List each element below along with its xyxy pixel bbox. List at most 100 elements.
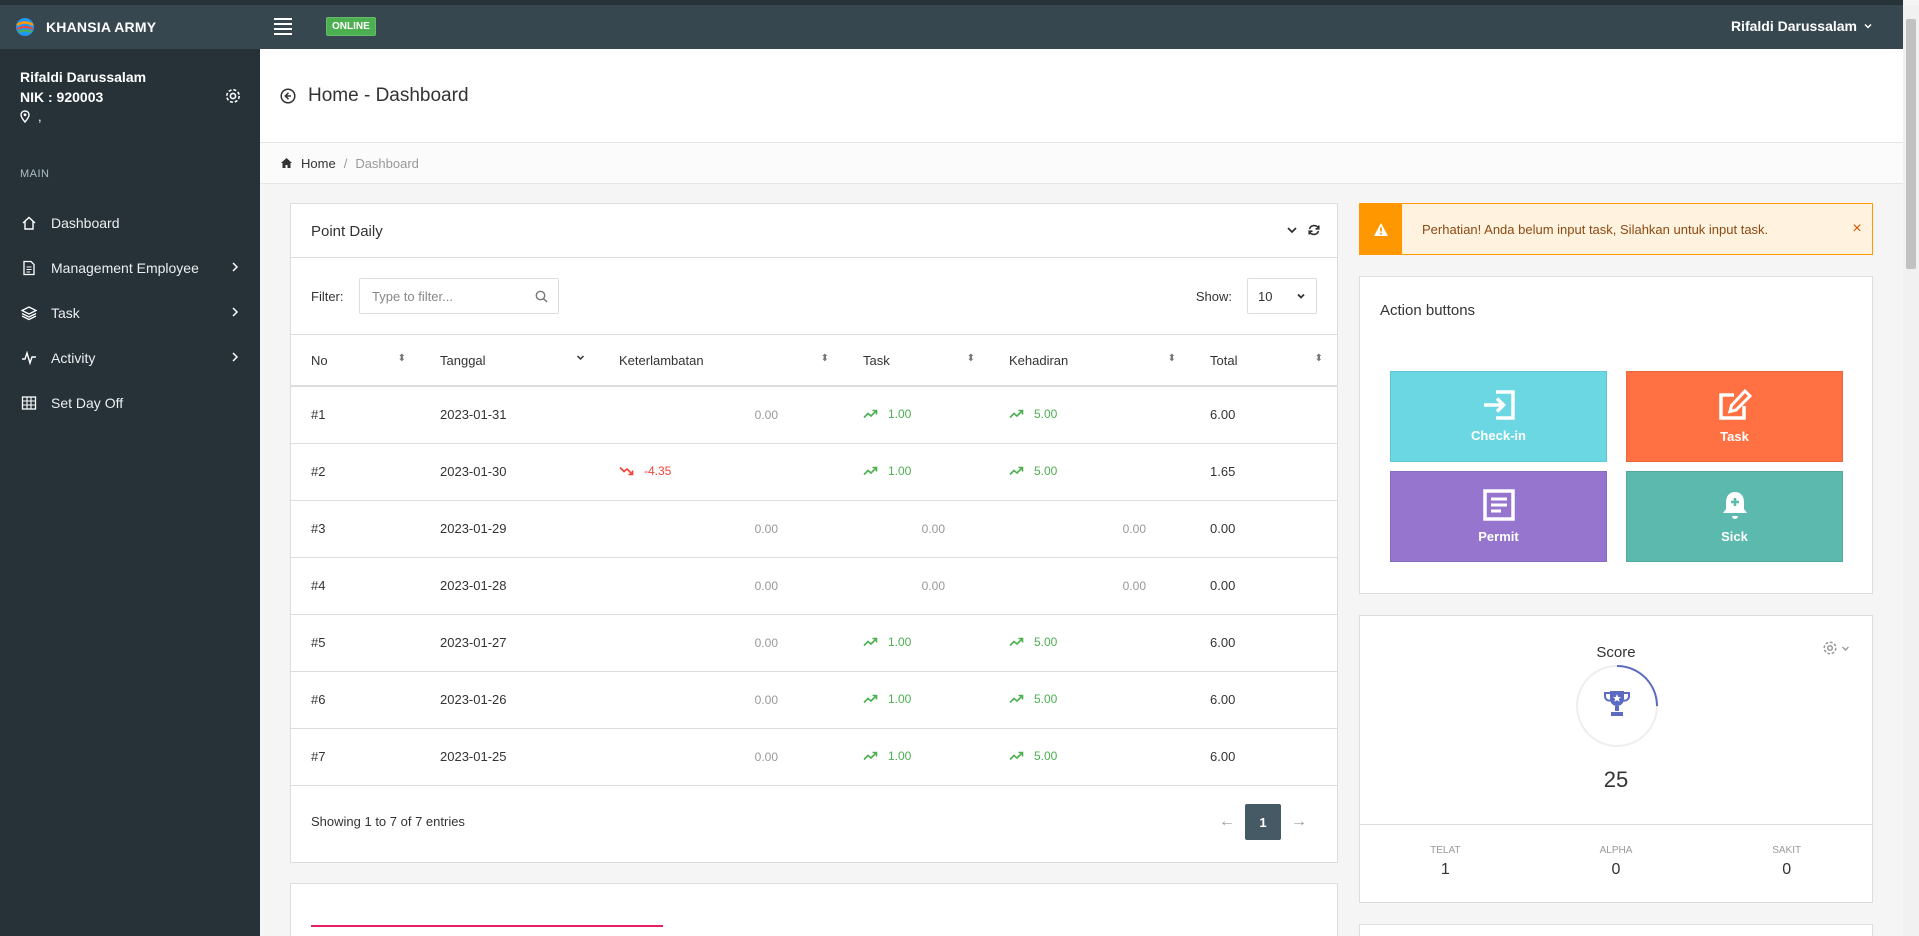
point-daily-table-body: #1 2023-01-31 0.00 1.00 5.00 6.00 #2 2023-01-30… [291, 386, 1337, 786]
score-progress-ring [1576, 665, 1658, 747]
back-circle-icon[interactable] [280, 88, 296, 104]
user-menu[interactable]: Rifaldi Darussalam [1731, 18, 1873, 34]
column-header-kehadiran[interactable]: Kehadiran ⬍ [989, 335, 1190, 387]
settings-gear-icon[interactable] [224, 87, 242, 105]
column-header-task[interactable]: Task ⬍ [843, 335, 989, 387]
table-cell-late: 0.00 [599, 728, 843, 786]
trend-down-icon [619, 466, 634, 476]
task-label: Task [1720, 429, 1749, 444]
chevron-right-icon [232, 352, 239, 362]
pagination-next[interactable]: → [1281, 804, 1317, 840]
column-header-tanggal[interactable]: Tanggal [420, 335, 599, 387]
breadcrumb-home[interactable]: Home [280, 156, 336, 171]
table-cell-tanggal: 2023-01-25 [420, 728, 599, 786]
home-icon [281, 158, 292, 168]
column-header-total[interactable]: Total ⬍ [1190, 335, 1337, 387]
breadcrumb-current: Dashboard [355, 155, 419, 171]
sidebar-item-set-day-off[interactable]: Set Day Off [0, 380, 260, 425]
table-cell-total: 6.00 [1190, 614, 1337, 672]
table-cell-total: 0.00 [1190, 500, 1337, 558]
table-cell-hadir: 0.00 [989, 500, 1190, 558]
sort-both-icon: ⬍ [820, 353, 829, 364]
table-row: #2 2023-01-30 -4.35 1.00 5.00 1.65 [291, 443, 1337, 501]
alert-close-button[interactable]: × [1842, 220, 1872, 238]
brand-logo-icon [16, 18, 34, 36]
table-row: #1 2023-01-31 0.00 1.00 5.00 6.00 [291, 386, 1337, 444]
table-cell-task: 0.00 [843, 500, 989, 558]
action-buttons-panel: Action buttons Check-in Task Permit Sick [1359, 276, 1873, 594]
point-daily-heading: Point Daily [291, 204, 1337, 258]
table-cell-late: -4.35 [599, 443, 843, 501]
pagination-prev[interactable]: ← [1209, 804, 1245, 840]
profile-location-text: , [38, 109, 42, 124]
nav-section-main: MAIN [20, 168, 50, 180]
sick-button[interactable]: Sick [1626, 471, 1843, 562]
pagination: ← 1 → [1209, 804, 1317, 840]
table-cell-hadir: 5.00 [989, 728, 1190, 786]
table-cell-no: #7 [291, 728, 420, 786]
table-cell-tanggal: 2023-01-27 [420, 614, 599, 672]
permit-button[interactable]: Permit [1390, 471, 1607, 562]
brand-name: KHANSIA ARMY [46, 19, 157, 35]
table-row: #7 2023-01-25 0.00 1.00 5.00 6.00 [291, 728, 1337, 786]
stat-value: 0 [1611, 861, 1621, 878]
trend-up-icon [1009, 637, 1024, 647]
point-daily-table: No ⬍ Tanggal Keterlambatan ⬍ Task ⬍ Kehadir… [291, 335, 1337, 786]
table-cell-no: #1 [291, 386, 420, 444]
table-row: #5 2023-01-27 0.00 1.00 5.00 6.00 [291, 614, 1337, 672]
sidebar-item-activity[interactable]: Activity [0, 335, 260, 380]
sidebar-item-label: Activity [51, 349, 96, 366]
trend-up-icon [863, 637, 878, 647]
sidebar-item-label: Set Day Off [51, 394, 124, 411]
sort-both-icon: ⬍ [397, 353, 406, 364]
bottom-right-panel [1359, 924, 1873, 936]
collapse-chevron-icon[interactable] [1285, 223, 1299, 237]
pagination-page-1[interactable]: 1 [1245, 804, 1281, 840]
table-cell-hadir: 5.00 [989, 443, 1190, 501]
table-cell-hadir: 5.00 [989, 614, 1190, 672]
table-icon [20, 394, 38, 412]
sidebar-profile: Rifaldi Darussalam NIK : 920003 , [0, 49, 260, 139]
table-cell-no: #3 [291, 500, 420, 558]
trophy-icon [1604, 691, 1630, 716]
table-cell-hadir: 5.00 [989, 386, 1190, 444]
page-scrollbar[interactable] [1903, 5, 1919, 936]
layers-icon [20, 304, 38, 322]
stat-label: ALPHA [1599, 845, 1633, 856]
point-daily-panel: Point Daily Filter: Show: 10 No⬍ Tanggal… [290, 203, 1338, 863]
sidebar-item-management-employee[interactable]: Management Employee [0, 245, 260, 290]
task-button[interactable]: Task [1626, 371, 1843, 462]
trend-up-icon [1009, 409, 1024, 419]
brand[interactable]: KHANSIA ARMY [14, 16, 156, 38]
sidebar-item-task[interactable]: Task [0, 290, 260, 335]
table-cell-task: 0.00 [843, 557, 989, 615]
search-icon [535, 290, 548, 303]
score-stats: TELAT 1 ALPHA 0 SAKIT 0 [1360, 824, 1872, 904]
home-icon [20, 214, 38, 232]
trend-up-icon [863, 694, 878, 704]
table-cell-total: 0.00 [1190, 557, 1337, 615]
menu-toggle-icon[interactable] [274, 18, 292, 35]
enter-icon [1483, 390, 1515, 420]
table-cell-late: 0.00 [599, 500, 843, 558]
table-cell-task: 1.00 [843, 443, 989, 501]
column-header-no[interactable]: No ⬍ [291, 335, 420, 387]
refresh-icon[interactable] [1307, 223, 1321, 237]
profile-nik: NIK : 920003 [20, 89, 104, 105]
profile-name: Rifaldi Darussalam [20, 69, 147, 85]
sidebar-item-label: Dashboard [51, 214, 120, 231]
scrollbar-thumb[interactable] [1906, 19, 1916, 269]
chevron-right-icon [232, 262, 239, 272]
score-panel: Score 25 TELAT 1 ALPHA 0 SAKIT 0 [1359, 615, 1873, 903]
checkin-label: Check-in [1471, 428, 1526, 443]
breadcrumb: Home / Dashboard [260, 143, 1903, 184]
table-cell-total: 6.00 [1190, 671, 1337, 729]
table-cell-hadir: 5.00 [989, 671, 1190, 729]
sort-both-icon: ⬍ [1314, 353, 1323, 364]
page-size-select[interactable]: 10 [1247, 278, 1317, 314]
column-header-keterlambatan[interactable]: Keterlambatan ⬍ [599, 335, 843, 387]
checkin-button[interactable]: Check-in [1390, 371, 1607, 462]
filter-input[interactable] [359, 278, 559, 314]
chart-series-line [311, 925, 663, 927]
sidebar-item-dashboard[interactable]: Dashboard [0, 200, 260, 245]
